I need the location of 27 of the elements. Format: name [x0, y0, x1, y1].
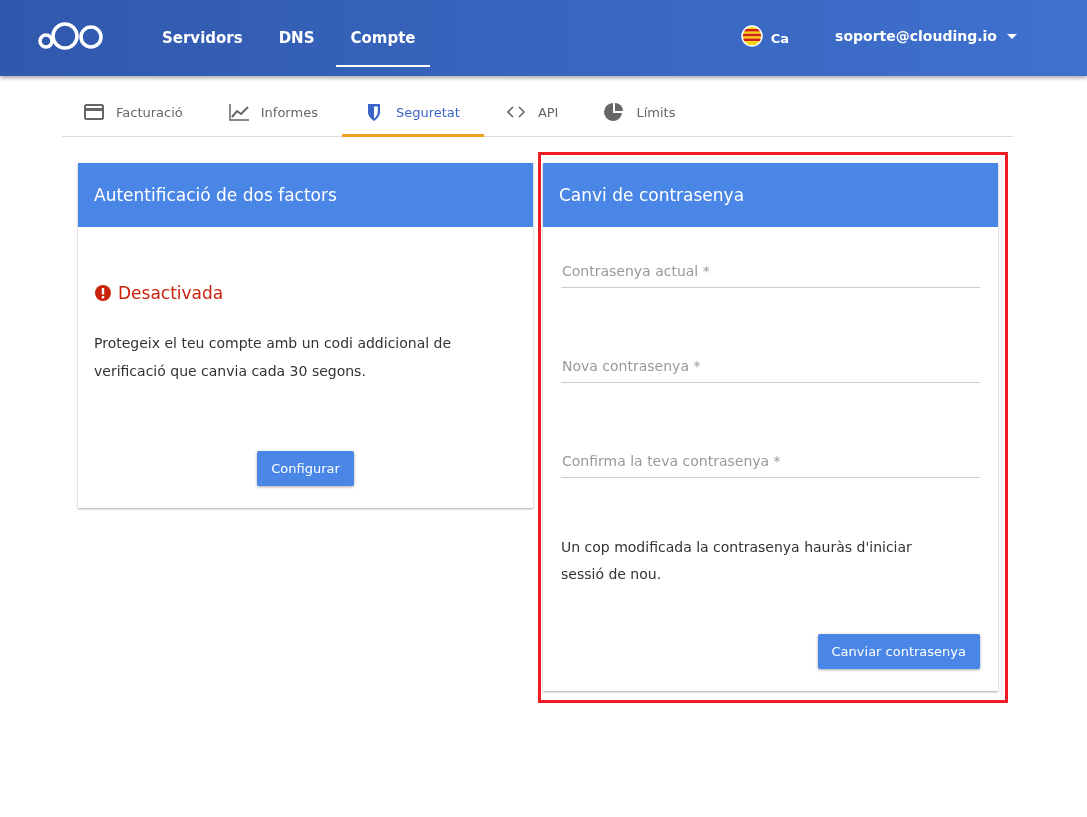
description-text: Protegeix el teu compte amb un codi addicional de verificació que canvia cada 30 segons.	[94, 334, 453, 381]
account-menu[interactable]: soporte@clouding.io	[835, 28, 997, 44]
tab[interactable]: Seguretat	[341, 90, 484, 137]
tab[interactable]: Límits	[582, 90, 700, 137]
nav-link[interactable]: DNS	[264, 9, 329, 67]
password-field[interactable]: Nova contrasenya *	[561, 348, 980, 383]
line-chart-icon	[228, 102, 249, 122]
change-password-button[interactable]: Canviar contrasenya	[817, 634, 980, 669]
tab[interactable]: API	[483, 90, 583, 137]
warning-icon	[94, 284, 112, 302]
card-title: Canvi de contrasenya	[543, 163, 998, 227]
nav-link[interactable]: Compte	[336, 9, 430, 67]
password-field[interactable]: Confirma la teva contrasenya *	[561, 443, 980, 478]
configure-button[interactable]: Configurar	[257, 451, 354, 486]
card-title: Autentificació de dos factors	[78, 163, 533, 227]
tab[interactable]: Informes	[206, 90, 342, 137]
caret-icon[interactable]	[1007, 33, 1017, 39]
status-label: Desactivada	[118, 283, 224, 303]
tab[interactable]: Facturació	[62, 90, 207, 137]
password-field[interactable]: Contrasenya actual *	[561, 253, 980, 288]
cloud-circles-logo[interactable]	[38, 22, 104, 50]
pie-chart-icon	[604, 102, 625, 122]
card-icon	[84, 102, 104, 122]
striped-flag-icon[interactable]	[740, 25, 763, 47]
note-text: Un cop modificada la contrasenya hauràs d'iniciar sessió de nou.	[561, 538, 913, 584]
language-label[interactable]: Ca	[770, 30, 790, 46]
nav-link[interactable]: Servidors	[148, 9, 257, 67]
